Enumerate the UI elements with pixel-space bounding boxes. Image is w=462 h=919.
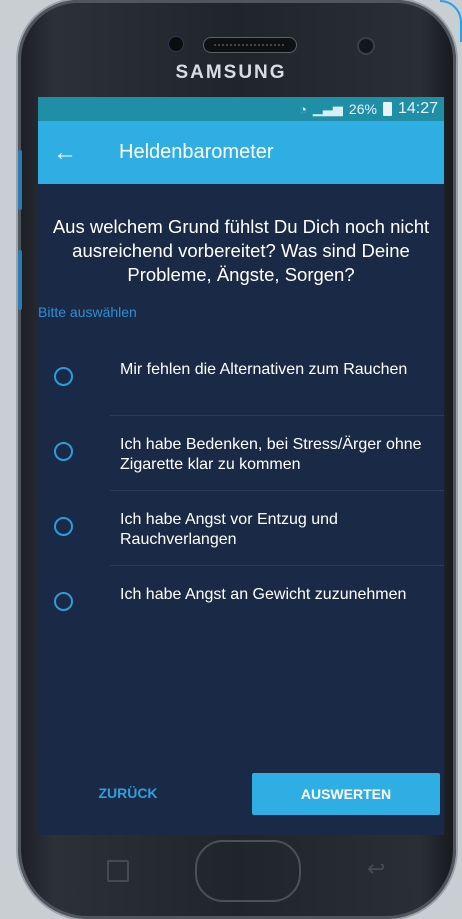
page-title: Heldenbarometer [119,141,274,163]
app-bar: ← Heldenbarometer [38,121,444,184]
wifi-icon: ◔ [299,101,307,117]
option-label: Ich habe Angst an Gewicht zuzunehmen [120,586,407,603]
option-label: Ich habe Bedenken, bei Stress/Ärger ohne… [120,436,422,473]
radio-button[interactable] [54,442,73,461]
battery-icon [382,102,392,116]
home-button[interactable] [195,840,301,902]
radio-button[interactable] [54,367,73,386]
app-screen: ◔ ▁▃▅ 26% 14:27 ← Heldenbarometer Aus we… [38,97,444,835]
earpiece-speaker [203,37,297,53]
option-item[interactable]: Ich habe Angst vor Entzug und Rauchverla… [38,490,444,565]
clock: 14:27 [397,100,438,117]
back-arrow-icon[interactable]: ← [38,139,92,167]
volume-button [18,150,22,210]
question-text: Aus welchem Grund fühlst Du Dich noch ni… [52,216,430,285]
front-camera-icon [168,36,184,52]
evaluate-button[interactable]: AUSWERTEN [252,773,440,815]
option-label: Ich habe Angst vor Entzug und Rauchverla… [120,511,338,548]
radio-button[interactable] [54,517,73,536]
back-button[interactable]: ZURÜCK [68,773,188,813]
signal-icon: ▁▃▅ [312,101,343,116]
option-item[interactable]: Ich habe Angst an Gewicht zuzunehmen [38,565,444,640]
option-item[interactable]: Ich habe Bedenken, bei Stress/Ärger ohne… [38,415,444,490]
status-bar: ◔ ▁▃▅ 26% 14:27 [38,97,444,121]
select-hint: Bitte auswählen [38,304,137,320]
battery-percentage: 26% [348,101,377,117]
device-edge-highlight [440,0,462,42]
option-item[interactable]: Mir fehlen die Alternativen zum Rauchen [38,340,444,415]
radio-button[interactable] [54,592,73,611]
options-list: Mir fehlen die Alternativen zum Rauchen … [38,340,444,640]
sensor-icon [357,37,375,55]
hardware-back-icon[interactable]: ↩ [367,856,385,882]
device-brand-logo: SAMSUNG [175,62,287,83]
side-button [18,250,22,310]
recent-apps-icon[interactable] [107,860,129,882]
option-label: Mir fehlen die Alternativen zum Rauchen [120,361,408,378]
